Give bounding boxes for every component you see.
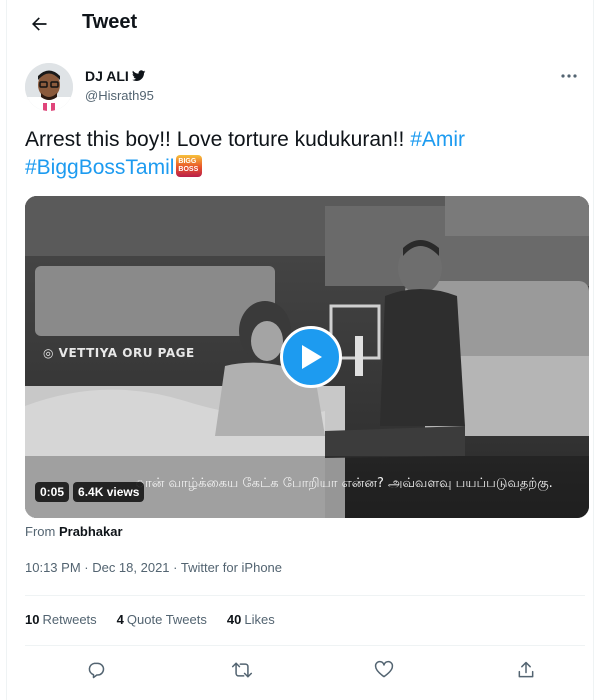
- tweet-timestamp[interactable]: 10:13 PM · Dec 18, 2021 · Twitter for iP…: [25, 560, 282, 575]
- quote-tweets-stat[interactable]: 4 Quote Tweets: [117, 612, 207, 627]
- avatar-image: [25, 63, 73, 111]
- likes-stat[interactable]: 40 Likes: [227, 612, 275, 627]
- tweet-stats: 10 Retweets 4 Quote Tweets 40 Likes: [25, 612, 275, 627]
- like-icon: [374, 660, 394, 678]
- video-views: 6.4K views: [73, 482, 145, 502]
- more-options-button[interactable]: [557, 66, 581, 86]
- arrow-left-icon: [32, 17, 47, 31]
- more-dots-icon: [561, 74, 577, 78]
- divider: [25, 595, 585, 596]
- play-icon: [302, 345, 322, 369]
- biggboss-emoji-icon: BIGG BOSS: [176, 155, 203, 177]
- tweet-actions: [7, 657, 595, 683]
- video-badges: 0:05 6.4K views: [35, 482, 145, 502]
- share-button[interactable]: [513, 657, 539, 683]
- divider: [25, 645, 585, 646]
- reply-icon: [88, 662, 105, 679]
- video-subtitle: ான் வாழ்க்கைய கேட்க போறியா என்ன? அவ்வளவு…: [135, 476, 553, 491]
- retweets-count: 10: [25, 612, 40, 627]
- page-title: Tweet: [82, 11, 138, 33]
- avatar[interactable]: [25, 63, 73, 111]
- video-watermark: ◎ VETTIYA ORU PAGE: [43, 346, 195, 360]
- instagram-icon: ◎: [43, 346, 59, 360]
- like-button[interactable]: [371, 657, 397, 683]
- bird-icon: [131, 70, 146, 82]
- quote-tweets-label: Quote Tweets: [126, 612, 207, 627]
- emoji-label: BIGG BOSS: [178, 158, 199, 173]
- retweet-icon: [231, 662, 253, 678]
- author-handle[interactable]: @Hisrath95: [85, 88, 154, 103]
- share-icon: [518, 661, 534, 678]
- likes-count: 40: [226, 612, 242, 627]
- hashtag-link[interactable]: #BiggBossTamil: [25, 156, 174, 179]
- reply-button[interactable]: [83, 657, 109, 683]
- video-player[interactable]: ◎ VETTIYA ORU PAGE ான் வாழ்க்கைய கேட்க ப…: [25, 196, 589, 518]
- from-label: From: [25, 524, 56, 539]
- tweet-page: Tweet DJ ALI @Hisrath95 Arrest this boy!…: [6, 0, 594, 700]
- retweet-button[interactable]: [229, 657, 255, 683]
- from-source-link[interactable]: Prabhakar: [59, 524, 123, 539]
- retweets-stat[interactable]: 10 Retweets: [25, 612, 97, 627]
- tweet-text: Arrest this boy!! Love torture kudukuran…: [25, 126, 585, 182]
- author-name[interactable]: DJ ALI: [85, 68, 146, 84]
- tweet-text-body: Arrest this boy!! Love torture kudukuran…: [25, 128, 411, 151]
- video-duration: 0:05: [35, 482, 70, 502]
- page-header: Tweet: [7, 0, 595, 48]
- retweets-label: Retweets: [42, 612, 97, 627]
- author-name-text: DJ ALI: [85, 68, 129, 84]
- back-button[interactable]: [25, 10, 53, 38]
- play-button[interactable]: [280, 326, 342, 388]
- watermark-text: VETTIYA ORU PAGE: [58, 346, 195, 360]
- video-source: From Prabhakar: [25, 524, 123, 539]
- likes-label: Likes: [244, 612, 275, 627]
- quote-tweets-count: 4: [116, 612, 124, 627]
- hashtag-link[interactable]: #Amir: [410, 128, 465, 151]
